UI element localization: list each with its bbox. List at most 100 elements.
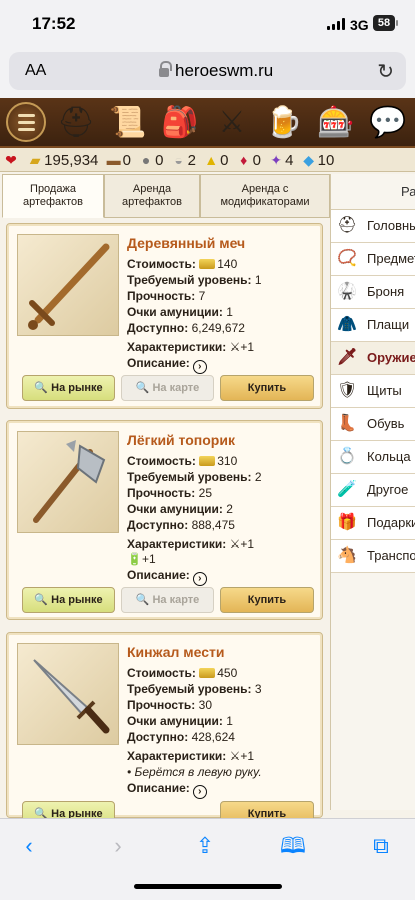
- tavern-mug-icon[interactable]: 🍺: [264, 103, 304, 143]
- item-level: Требуемый уровень: 2: [127, 470, 262, 484]
- resources-bar: ❤ ▰ 195,934 ▬ 0 ● 0 ◒ 2 ▲ 0 ♦ 0 ✦ 4 ◆ 10: [0, 148, 415, 172]
- gems-icon: ✦: [270, 152, 283, 168]
- info-icon[interactable]: ›: [192, 360, 207, 374]
- sidebar-item-weapons[interactable]: 🗡 Оружие: [331, 342, 415, 375]
- roulette-icon[interactable]: 🎰: [316, 103, 356, 143]
- resource-diamond: ◆ 10: [300, 148, 334, 171]
- sidebar-header: Ра: [331, 174, 415, 210]
- info-icon[interactable]: ›: [192, 572, 207, 586]
- item-description: Описание: ›: [127, 356, 207, 374]
- tab-rent[interactable]: Аренда артефактов: [104, 174, 200, 218]
- signal-icon: [327, 18, 345, 30]
- market-button[interactable]: 🔍 На рынке: [22, 375, 115, 401]
- artifact-card: Лёгкий топорик Стоимость: 310 Требуемый …: [6, 420, 323, 620]
- url-text[interactable]: heroeswm.ru: [175, 61, 273, 81]
- sword-icon: 🗡: [337, 349, 358, 366]
- sidebar-item-boots[interactable]: 👢 Обувь: [331, 408, 415, 441]
- item-durability: Прочность: 25: [127, 486, 212, 500]
- inventory-bag-icon[interactable]: 🎒: [160, 103, 200, 143]
- misc-icon: 🧪: [337, 481, 357, 498]
- map-button[interactable]: 🔍 На карте: [121, 587, 214, 613]
- gold-icon: [199, 259, 216, 269]
- sidebar-item-cloaks[interactable]: 🧥 Плащи: [331, 309, 415, 342]
- item-ammo: Очки амуниции: 1: [127, 714, 233, 728]
- resource-gold: ▰ 195,934: [26, 148, 99, 171]
- sulfur-icon: ▲: [204, 152, 219, 168]
- sidebar-item-headwear[interactable]: ⛑Головные: [331, 210, 415, 243]
- sidebar-item-shields[interactable]: 🛡 Щиты: [331, 375, 415, 408]
- sidebar-item-gifts[interactable]: 🎁 Подарки: [331, 507, 415, 540]
- item-available: Доступно: 6,249,672: [127, 321, 245, 335]
- item-available: Доступно: 888,475: [127, 518, 235, 532]
- attack-icon: ⚔: [229, 749, 241, 763]
- menu-icon[interactable]: [6, 102, 46, 142]
- item-title[interactable]: Кинжал мести: [127, 644, 224, 660]
- wood-icon: ▬: [106, 152, 121, 168]
- tab-sale[interactable]: Продажа артефактов: [2, 174, 104, 218]
- resource-health: ❤: [2, 148, 20, 171]
- resource-mercury: ◒ 2: [170, 148, 196, 171]
- item-stats: Характеристики: ⚔+1: [127, 340, 255, 354]
- sidebar-item-other[interactable]: 🧪 Другое: [331, 474, 415, 507]
- ore-icon: ●: [141, 152, 151, 168]
- buy-button[interactable]: Купить: [220, 375, 314, 401]
- resource-crystal: ♦ 0: [235, 148, 261, 171]
- clock: 17:52: [32, 14, 76, 33]
- info-icon[interactable]: ›: [192, 785, 207, 799]
- necklace-icon: 📿: [337, 250, 357, 267]
- item-image: [17, 643, 119, 745]
- item-title[interactable]: Деревянный меч: [127, 235, 245, 251]
- reload-icon[interactable]: ↻: [377, 59, 394, 84]
- map-button[interactable]: 🔍 На карте: [121, 375, 214, 401]
- resource-ore: ● 0: [137, 148, 164, 171]
- share-icon[interactable]: ⇪: [190, 831, 220, 861]
- sidebar-item-rings[interactable]: 💍 Кольца: [331, 441, 415, 474]
- attack-icon: ⚔: [229, 537, 241, 551]
- diamond-icon: ◆: [303, 152, 315, 168]
- item-title[interactable]: Лёгкий топорик: [127, 432, 235, 448]
- battery-icon: 58: [373, 15, 398, 31]
- status-bar: 17:52 3G 58: [0, 0, 415, 48]
- lock-icon: [159, 61, 172, 77]
- bookmarks-icon[interactable]: 🕮: [278, 831, 308, 861]
- resource-gems: ✦ 4: [267, 148, 293, 171]
- game-nav-bar: ⛑ 📜 🎒 ⚔ 🍺 🎰 💬: [0, 98, 415, 148]
- tabs-icon[interactable]: ⧉: [366, 831, 396, 861]
- chat-icon[interactable]: 💬: [368, 103, 408, 143]
- address-bar[interactable]: AA heroeswm.ru ↻: [9, 52, 406, 90]
- attack-icon: ⚔: [229, 340, 241, 354]
- crystal-icon: ♦: [240, 152, 248, 168]
- helmet-icon: ⛑: [337, 217, 358, 234]
- sidebar-item-transport[interactable]: 🐴Транспорт: [331, 540, 415, 573]
- item-description: Описание: ›: [127, 568, 207, 586]
- browser-chrome: AA heroeswm.ru ↻: [0, 48, 415, 98]
- text-size-button[interactable]: AA: [25, 62, 46, 80]
- search-icon: 🔍: [34, 594, 49, 606]
- item-ammo: Очки амуниции: 2: [127, 502, 233, 516]
- tab-rent-modifiers[interactable]: Аренда с модификаторами: [200, 174, 330, 218]
- forward-icon[interactable]: ›: [103, 831, 133, 861]
- gift-icon: 🎁: [337, 514, 357, 531]
- mercury-icon: ◒: [174, 152, 183, 168]
- crossed-swords-icon[interactable]: ⚔: [212, 103, 252, 143]
- item-cost: Стоимость: 310: [127, 454, 238, 468]
- back-icon[interactable]: ‹: [14, 831, 44, 861]
- item-cost: Стоимость: 450: [127, 666, 238, 680]
- search-icon: 🔍: [34, 382, 49, 394]
- item-ammo: Очки амуниции: 1: [127, 305, 233, 319]
- ring-icon: 💍: [337, 448, 357, 465]
- network-label: 3G: [350, 17, 369, 33]
- market-button[interactable]: 🔍 На рынке: [22, 587, 115, 613]
- sidebar-item-accessories[interactable]: 📿Предметы: [331, 243, 415, 276]
- buy-button[interactable]: Купить: [220, 587, 314, 613]
- sidebar-item-armor[interactable]: 🥋 Броня: [331, 276, 415, 309]
- item-image: [17, 234, 119, 336]
- artifact-card: Деревянный меч Стоимость: 140 Требуемый …: [6, 223, 323, 409]
- map-scroll-icon[interactable]: 📜: [108, 103, 148, 143]
- gold-icon: [199, 668, 216, 678]
- resource-sulfur: ▲ 0: [202, 148, 228, 171]
- helmet-icon[interactable]: ⛑: [56, 103, 96, 143]
- item-stats: Характеристики: ⚔+1: [127, 537, 255, 551]
- item-image: [17, 431, 119, 533]
- category-sidebar: Ра ⛑Головные 📿Предметы 🥋Броня 🧥Плащи 🗡Ор…: [330, 174, 415, 810]
